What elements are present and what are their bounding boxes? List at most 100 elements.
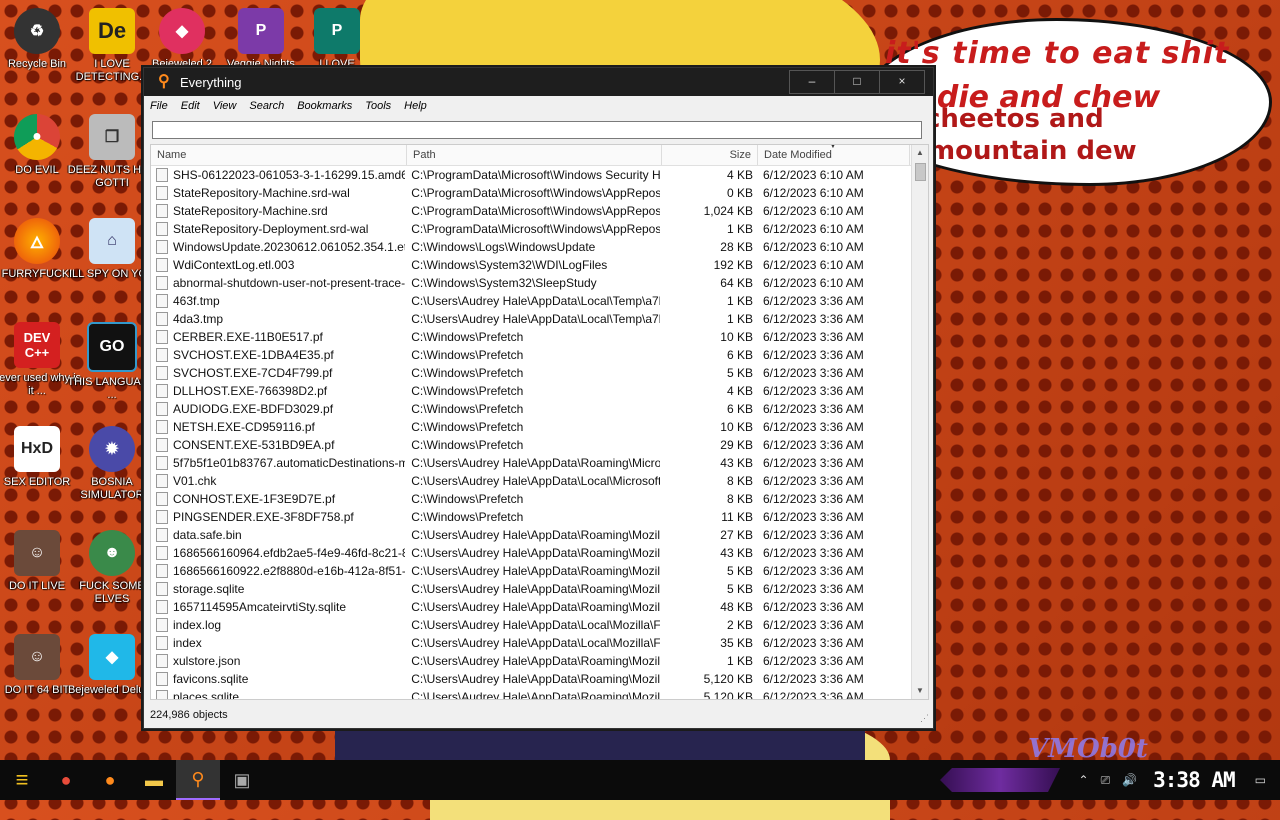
cell-size: 2 KB [726, 618, 753, 632]
cell-name: places.sqlite [151, 690, 405, 699]
cell-size: 8 KB [726, 492, 753, 506]
cell-path: C:\Windows\Logs\WindowsUpdate [411, 240, 596, 254]
cell-path: C:\Users\Audrey Hale\AppData\Roaming\Moz… [411, 600, 660, 614]
table-row[interactable]: 463f.tmp C:\Users\Audrey Hale\AppData\Loc… [151, 292, 911, 310]
search-input[interactable] [152, 121, 922, 139]
scroll-down-icon[interactable]: ▼ [912, 683, 928, 699]
cell-size: 192 KB [713, 258, 753, 272]
taskbar-everything[interactable]: ⚲ [176, 760, 220, 800]
table-row[interactable]: 1657114595AmcateirvtiSty.sqlite C:\Users\… [151, 598, 911, 616]
file-name: xulstore.json [173, 654, 241, 668]
taskbar-app[interactable]: ▣ [220, 760, 264, 800]
desktop-icon-publisher[interactable]: P I LOVE [292, 8, 382, 71]
table-row[interactable]: WindowsUpdate.20230612.061052.354.1.etl C… [151, 238, 911, 256]
file-icon [156, 276, 168, 290]
cell-name: SHS-06122023-061053-3-1-16299.15.amd64f.… [151, 168, 405, 182]
file-explorer-icon: ▬ [145, 769, 163, 790]
file-icon [156, 438, 168, 452]
table-row[interactable]: SVCHOST.EXE-7CD4F799.pf C:\Windows\Prefet… [151, 364, 911, 382]
title-bar[interactable]: ⚲ Everything – □ × [144, 68, 933, 96]
file-icon [156, 348, 168, 362]
taskbar-file-explorer[interactable]: ▬ [132, 760, 176, 800]
results-list[interactable]: Name Path Size Date Modified ▼ SHS-06122… [150, 144, 929, 700]
cell-name: PINGSENDER.EXE-3F8DF758.pf [151, 510, 405, 524]
column-size[interactable]: Size [662, 145, 758, 165]
table-row[interactable]: index C:\Users\Audrey Hale\AppData\Local\… [151, 634, 911, 652]
maximize-button[interactable]: □ [834, 70, 880, 94]
table-row[interactable]: PINGSENDER.EXE-3F8DF758.pf C:\Windows\Pre… [151, 508, 911, 526]
menu-bookmarks[interactable]: Bookmarks [297, 100, 352, 112]
menu-file[interactable]: File [150, 100, 168, 112]
file-icon [156, 420, 168, 434]
table-row[interactable]: WdiContextLog.etl.003 C:\Windows\System32… [151, 256, 911, 274]
file-name: V01.chk [173, 474, 217, 488]
table-row[interactable]: V01.chk C:\Users\Audrey Hale\AppData\Loca… [151, 472, 911, 490]
cell-size: 11 KB [721, 510, 753, 524]
menu-view[interactable]: View [213, 100, 237, 112]
table-row[interactable]: storage.sqlite C:\Users\Audrey Hale\AppDa… [151, 580, 911, 598]
taskbar-chrome[interactable]: ● [44, 760, 88, 800]
table-row[interactable]: abnormal-shutdown-user-not-present-trace… [151, 274, 911, 292]
cell-name: favicons.sqlite [151, 672, 405, 686]
cell-path: C:\Users\Audrey Hale\AppData\Roaming\Moz… [411, 672, 660, 686]
minimize-button[interactable]: – [789, 70, 835, 94]
chevron-up-icon[interactable]: ⌃ [1079, 773, 1089, 787]
cell-name: 1657114595AmcateirvtiSty.sqlite [151, 600, 405, 614]
table-row[interactable]: NETSH.EXE-CD959116.pf C:\Windows\Prefetch… [151, 418, 911, 436]
clock[interactable]: 3:38 AM [1153, 768, 1236, 792]
cell-date: 6/12/2023 3:36 AM [763, 474, 864, 488]
network-icon[interactable]: ⎚ [1101, 773, 1111, 788]
table-row[interactable]: StateRepository-Deployment.srd-wal C:\Pro… [151, 220, 911, 238]
start-button[interactable]: ≡ [0, 760, 44, 800]
file-icon [156, 186, 168, 200]
file-name: 463f.tmp [173, 294, 220, 308]
app-icon: ▣ [233, 769, 251, 790]
desktop-icon-bejeweled2[interactable]: ◆ Bejeweled 2 [142, 8, 222, 71]
table-row[interactable]: StateRepository-Machine.srd C:\ProgramDat… [151, 202, 911, 220]
everything-window[interactable]: ⚲ Everything – □ × File Edit View Search… [143, 67, 934, 729]
table-row[interactable]: CONSENT.EXE-531BD9EA.pf C:\Windows\Prefet… [151, 436, 911, 454]
menu-tools[interactable]: Tools [365, 100, 391, 112]
column-name[interactable]: Name [151, 145, 407, 165]
table-row[interactable]: SVCHOST.EXE-1DBA4E35.pf C:\Windows\Prefet… [151, 346, 911, 364]
file-icon [156, 654, 168, 668]
cell-size: 5,120 KB [703, 672, 753, 686]
cell-path: C:\Windows\System32\SleepStudy [411, 276, 597, 290]
column-path[interactable]: Path [407, 145, 662, 165]
network-icon: ⌂ [89, 218, 135, 264]
table-row[interactable]: CONHOST.EXE-1F3E9D7E.pf C:\Windows\Prefet… [151, 490, 911, 508]
table-row[interactable]: CERBER.EXE-11B0E517.pf C:\Windows\Prefetc… [151, 328, 911, 346]
table-row[interactable]: 1686566160964.efdb2ae5-f4e9-46fd-8c21-86… [151, 544, 911, 562]
cell-date: 6/12/2023 3:36 AM [763, 528, 864, 542]
cell-path: C:\ProgramData\Microsoft\Windows\AppRepo… [411, 222, 660, 236]
vertical-scrollbar[interactable]: ▲ ▼ [911, 145, 928, 699]
resize-grip-icon[interactable]: ⋰ [920, 713, 929, 724]
scroll-thumb[interactable] [915, 163, 926, 181]
file-name: 4da3.tmp [173, 312, 224, 326]
table-row[interactable]: xulstore.json C:\Users\Audrey Hale\AppDat… [151, 652, 911, 670]
table-row[interactable]: index.log C:\Users\Audrey Hale\AppData\Lo… [151, 616, 911, 634]
file-name: CONHOST.EXE-1F3E9D7E.pf [173, 492, 336, 506]
table-row[interactable]: places.sqlite C:\Users\Audrey Hale\AppDat… [151, 688, 911, 700]
menu-search[interactable]: Search [249, 100, 284, 112]
menu-help[interactable]: Help [404, 100, 427, 112]
notification-icon[interactable]: ▭ [1255, 773, 1266, 787]
table-row[interactable]: StateRepository-Machine.srd-wal C:\Progra… [151, 184, 911, 202]
volume-icon[interactable]: 🔊 [1122, 773, 1137, 787]
table-row[interactable]: 4da3.tmp C:\Users\Audrey Hale\AppData\Loc… [151, 310, 911, 328]
table-row[interactable]: 5f7b5f1e01b83767.automaticDestinations-m… [151, 454, 911, 472]
table-row[interactable]: AUDIODG.EXE-BDFD3029.pf C:\Windows\Prefet… [151, 400, 911, 418]
close-button[interactable]: × [879, 70, 925, 94]
cell-size: 5,120 KB [703, 690, 753, 700]
menu-edit[interactable]: Edit [181, 100, 200, 112]
table-row[interactable]: data.safe.bin C:\Users\Audrey Hale\AppDat… [151, 526, 911, 544]
table-row[interactable]: 1686566160922.e2f8880d-e16b-412a-8f51-e.… [151, 562, 911, 580]
table-row[interactable]: favicons.sqlite C:\Users\Audrey Hale\AppD… [151, 670, 911, 688]
table-row[interactable]: DLLHOST.EXE-766398D2.pf C:\Windows\Prefet… [151, 382, 911, 400]
cell-path: C:\Windows\Prefetch [411, 402, 524, 416]
scroll-up-icon[interactable]: ▲ [912, 145, 928, 161]
table-row[interactable]: SHS-06122023-061053-3-1-16299.15.amd64f.… [151, 166, 911, 184]
taskbar-firefox[interactable]: ● [88, 760, 132, 800]
cell-name: DLLHOST.EXE-766398D2.pf [151, 384, 405, 398]
cell-size: 5 KB [726, 582, 753, 596]
